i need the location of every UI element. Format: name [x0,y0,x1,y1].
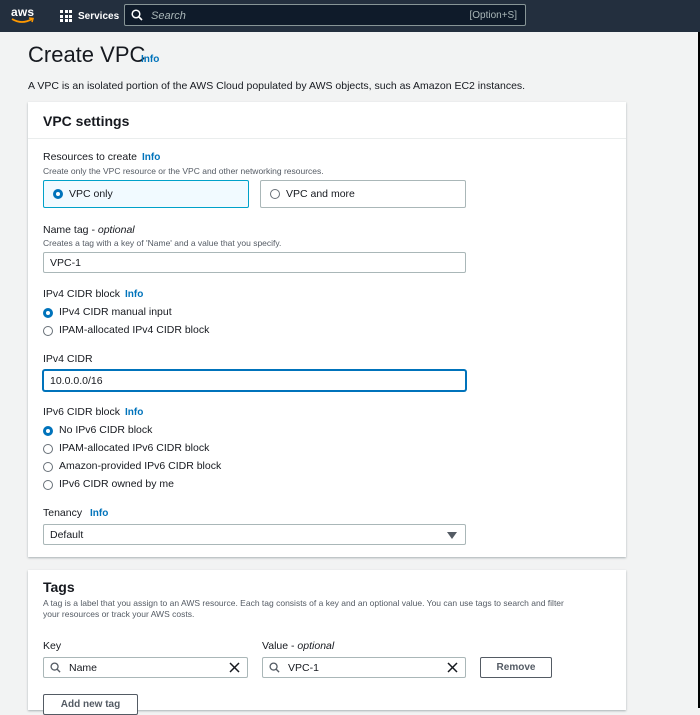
vpc-settings-header: VPC settings [28,102,626,139]
tag-value-label: Value - optional [262,640,334,652]
add-new-tag-button[interactable]: Add new tag [43,694,138,715]
clear-icon[interactable] [447,662,458,673]
services-menu-button[interactable]: Services [60,8,119,24]
page-description: A VPC is an isolated portion of the AWS … [28,80,526,92]
ipv6-none-label: No IPv6 CIDR block [59,424,153,436]
ipv6-owned-label: IPv6 CIDR owned by me [59,478,174,490]
tags-panel: Tags A tag is a label that you assign to… [28,570,626,715]
search-placeholder: Search [151,10,186,22]
vpc-only-radio[interactable] [53,189,63,199]
tag-key-input[interactable]: Name [43,657,248,678]
tile-vpc-and-more[interactable]: VPC and more [260,180,466,208]
tenancy-info-link[interactable]: Info [90,508,108,519]
ipv4-ipam-label: IPAM-allocated IPv4 CIDR block [59,324,210,336]
tags-description-line2: your resources or track your AWS costs. [43,609,195,619]
aws-logo[interactable]: aws [11,5,37,27]
name-tag-description: Creates a tag with a key of 'Name' and a… [43,238,282,248]
search-shortcut-hint: [Option+S] [469,10,517,21]
top-navigation: aws Services Search [Option+S] [0,0,700,32]
name-tag-label-text: Name tag - [43,224,98,236]
ipv4-cidr-input[interactable]: 10.0.0.0/16 [43,370,466,391]
clear-icon[interactable] [229,662,240,673]
page-title-info-link[interactable]: Info [141,54,159,65]
tag-value-value: VPC-1 [288,662,319,674]
ipv6-ipam-label: IPAM-allocated IPv6 CIDR block [59,442,210,454]
vpc-and-more-label: VPC and more [286,188,355,200]
ipv6-ipam-radio[interactable] [43,444,53,454]
services-label: Services [78,10,120,22]
tenancy-select[interactable]: Default [43,524,466,545]
ipv4-cidr-value: 10.0.0.0/16 [50,375,103,387]
ipv6-amazon-label: Amazon-provided IPv6 CIDR block [59,460,222,472]
ipv4-cidr-label: IPv4 CIDR [43,353,93,365]
global-search-input[interactable]: Search [Option+S] [124,4,526,26]
resources-info-link[interactable]: Info [142,152,160,163]
tenancy-label: Tenancy [43,507,83,519]
ipv6-block-label: IPv6 CIDR block [43,406,121,418]
services-grid-icon [60,10,72,22]
vpc-and-more-radio[interactable] [270,189,280,199]
aws-smile-icon [11,17,34,23]
ipv4-manual-label: IPv4 CIDR manual input [59,306,172,318]
name-tag-label: Name tag - optional [43,224,135,236]
ipv4-manual-radio[interactable] [43,308,53,318]
tile-vpc-only[interactable]: VPC only [43,180,249,208]
vpc-only-label: VPC only [69,188,113,200]
search-icon [131,9,143,21]
ipv6-amazon-radio[interactable] [43,462,53,472]
name-tag-value: VPC-1 [50,257,81,269]
vpc-settings-title: VPC settings [43,113,130,129]
tag-key-value: Name [69,662,98,674]
ipv6-block-info-link[interactable]: Info [125,407,143,418]
tag-value-optional: optional [297,640,335,652]
caret-down-icon [447,532,457,539]
search-icon [50,662,61,673]
search-icon [269,662,280,673]
ipv4-block-info-link[interactable]: Info [125,289,143,300]
tags-title: Tags [43,579,75,595]
page-title: Create VPC [28,42,146,67]
ipv6-owned-radio[interactable] [43,480,53,490]
ipv4-ipam-radio[interactable] [43,326,53,336]
tag-value-input[interactable]: VPC-1 [262,657,466,678]
vpc-settings-panel: VPC settings Resources to create Info Cr… [28,102,626,557]
tenancy-value: Default [50,529,84,541]
tags-description-line1: A tag is a label that you assign to an A… [43,598,564,608]
resources-description: Create only the VPC resource or the VPC … [43,166,324,176]
name-tag-optional: optional [97,224,135,236]
name-tag-input[interactable]: VPC-1 [43,252,466,273]
tag-value-label-text: Value - [262,640,298,652]
ipv4-block-label: IPv4 CIDR block [43,288,121,300]
tag-key-label: Key [43,640,62,652]
ipv6-none-radio[interactable] [43,426,53,436]
remove-tag-button[interactable]: Remove [480,657,552,678]
resources-label: Resources to create [43,151,137,163]
